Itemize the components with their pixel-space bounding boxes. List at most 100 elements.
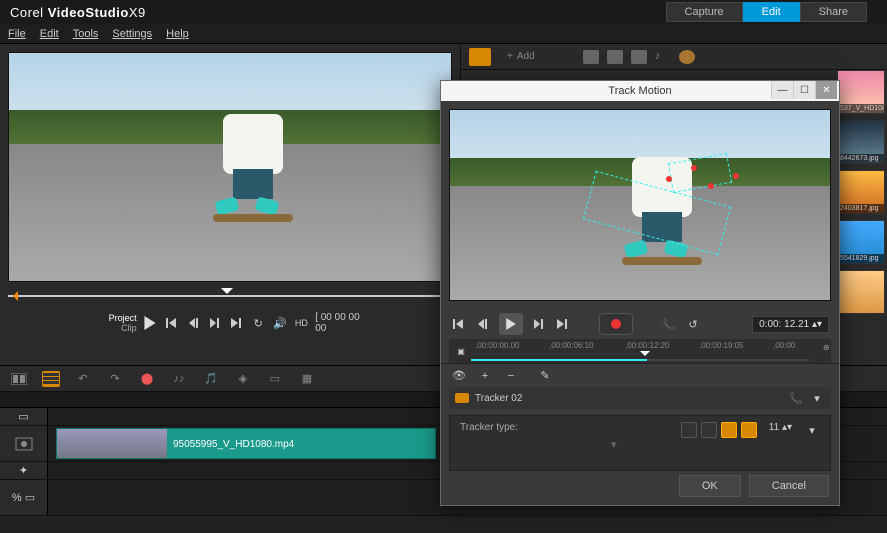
clip-name: 95055995_V_HD1080.mp4: [173, 439, 294, 450]
media-tab[interactable]: [469, 48, 491, 66]
project-clip-toggle[interactable]: Project Clip: [88, 313, 137, 333]
rename-tracker-button[interactable]: ✎: [537, 368, 553, 384]
video-filter-icon[interactable]: [607, 50, 623, 64]
tab-share[interactable]: Share: [800, 2, 867, 22]
tracker-type-point[interactable]: [681, 422, 697, 438]
thumb-item[interactable]: 8442673.jpg: [837, 120, 885, 164]
motion-path[interactable]: [545, 158, 754, 234]
tracker-type-area[interactable]: [701, 422, 717, 438]
next-frame-button[interactable]: [207, 315, 223, 331]
tracker-visibility-icon[interactable]: [455, 393, 469, 403]
timeline-view-button[interactable]: [42, 371, 60, 387]
thumb-item[interactable]: 537_V_HD1080...: [837, 70, 885, 114]
maximize-button[interactable]: ☐: [793, 81, 815, 99]
tracker-dropdown[interactable]: ▾: [804, 422, 820, 438]
menu-tools[interactable]: Tools: [73, 28, 99, 40]
dlg-next-frame-button[interactable]: [531, 316, 547, 332]
sound-mixer-button[interactable]: ♪♪: [170, 371, 188, 387]
hd-toggle[interactable]: HD: [294, 315, 310, 331]
menu-file[interactable]: File: [8, 28, 26, 40]
reset-button[interactable]: ↺: [685, 316, 701, 332]
track-record-button[interactable]: [599, 313, 633, 335]
menu-edit[interactable]: Edit: [40, 28, 59, 40]
tracker-toolbar: 👁 + − ✎: [441, 363, 839, 387]
dlg-prev-frame-button[interactable]: [475, 316, 491, 332]
collapse-chevron-icon[interactable]: ▾: [611, 438, 617, 451]
menu-help[interactable]: Help: [166, 28, 189, 40]
track-head[interactable]: ✦: [0, 462, 48, 479]
tab-capture[interactable]: Capture: [666, 2, 743, 22]
dialog-titlebar[interactable]: Track Motion — ☐ ✕: [441, 81, 839, 101]
dlg-play-button[interactable]: [499, 313, 523, 335]
audio-filter-icon[interactable]: ♪: [655, 50, 671, 64]
thumb-label: 537_V_HD1080...: [838, 104, 884, 113]
volume-button[interactable]: 🔊: [272, 315, 288, 331]
track-head[interactable]: ▭: [0, 408, 48, 425]
preview-monitor[interactable]: [8, 52, 452, 282]
cancel-button[interactable]: Cancel: [749, 475, 829, 497]
add-tracker-button[interactable]: +: [477, 368, 493, 384]
snapshot-button[interactable]: ▣: [453, 343, 469, 359]
thumb-label: 2403817.jpg: [838, 204, 884, 213]
tracker-row[interactable]: Tracker 02 📞 ▾: [449, 387, 831, 409]
dialog-progress: [471, 359, 809, 361]
dialog-buttons: OK Cancel: [679, 475, 829, 497]
video-track-head[interactable]: [0, 426, 48, 461]
track-point[interactable]: [708, 183, 714, 189]
goto-end-button[interactable]: [229, 315, 245, 331]
zoom-in-button[interactable]: ⊕: [823, 343, 830, 352]
record-button[interactable]: ⬤: [138, 371, 156, 387]
storyboard-view-button[interactable]: [10, 371, 28, 387]
tracker-chevron-down-icon[interactable]: ▾: [809, 390, 825, 406]
menu-settings[interactable]: Settings: [112, 28, 152, 40]
thumb-item[interactable]: 5541829.jpg: [837, 220, 885, 264]
undo-button[interactable]: ↶: [74, 371, 92, 387]
dialog-transport: 📞 ↺ 0:00: 12.21 ▴▾: [441, 309, 839, 339]
redo-button[interactable]: ↷: [106, 371, 124, 387]
show-tracker-button[interactable]: 👁: [451, 368, 467, 384]
prev-frame-button[interactable]: [186, 315, 202, 331]
thumb-label: 5541829.jpg: [838, 254, 884, 263]
tracker-type-multipoint[interactable]: [721, 422, 737, 438]
library-toolbar: + Add ♪: [461, 44, 887, 70]
tracker-preview[interactable]: [449, 109, 831, 301]
dialog-ruler[interactable]: ▣ ,00:00:00.00 ,00:00:06:10 ,00:00:12:20…: [449, 339, 831, 363]
dlg-goto-end-button[interactable]: [555, 316, 571, 332]
free-filter-icon[interactable]: [679, 50, 695, 64]
track-point[interactable]: [733, 173, 739, 179]
subtitle-button[interactable]: ▭: [266, 371, 284, 387]
overlay-track-head[interactable]: % ▭: [0, 480, 48, 515]
remove-tracker-button[interactable]: −: [503, 368, 519, 384]
auto-music-button[interactable]: 🎵: [202, 371, 220, 387]
thumb-item[interactable]: 2403817.jpg: [837, 170, 885, 214]
preview-scrubber[interactable]: [8, 288, 452, 304]
playhead-icon[interactable]: [221, 288, 233, 300]
ok-button[interactable]: OK: [679, 475, 741, 497]
tracker-status-icon: 📞: [789, 392, 803, 404]
thumb-item[interactable]: [837, 270, 885, 314]
repeat-button[interactable]: ↻: [250, 315, 266, 331]
photo-filter-icon[interactable]: [631, 50, 647, 64]
workspace-tabs: Capture Edit Share: [666, 2, 867, 22]
track-point[interactable]: [666, 176, 672, 182]
video-clip[interactable]: 95055995_V_HD1080.mp4: [56, 428, 436, 459]
close-button[interactable]: ✕: [815, 81, 837, 99]
mark-in-icon[interactable]: [8, 291, 18, 301]
goto-start-button[interactable]: [164, 315, 180, 331]
dialog-timecode[interactable]: 0:00: 12.21 ▴▾: [752, 316, 829, 333]
tracker-type-multi-area[interactable]: [741, 422, 757, 438]
minimize-button[interactable]: —: [771, 81, 793, 99]
app-logo: Corel VideoStudioX9: [10, 5, 146, 20]
add-media-button[interactable]: + Add: [507, 51, 535, 62]
play-button[interactable]: [143, 315, 159, 331]
preview-timecode[interactable]: [ 00 00 00 00: [315, 312, 372, 334]
tracker-name: Tracker 02: [475, 393, 522, 404]
phone-icon[interactable]: 📞: [661, 316, 677, 332]
dlg-goto-start-button[interactable]: [451, 316, 467, 332]
folder-icon[interactable]: [583, 50, 599, 64]
multicam-button[interactable]: ▦: [298, 371, 316, 387]
track-motion-button[interactable]: ◈: [234, 371, 252, 387]
tracker-size[interactable]: 11 ▴▾: [769, 422, 792, 433]
version: X9: [129, 5, 146, 20]
tab-edit[interactable]: Edit: [743, 2, 800, 22]
